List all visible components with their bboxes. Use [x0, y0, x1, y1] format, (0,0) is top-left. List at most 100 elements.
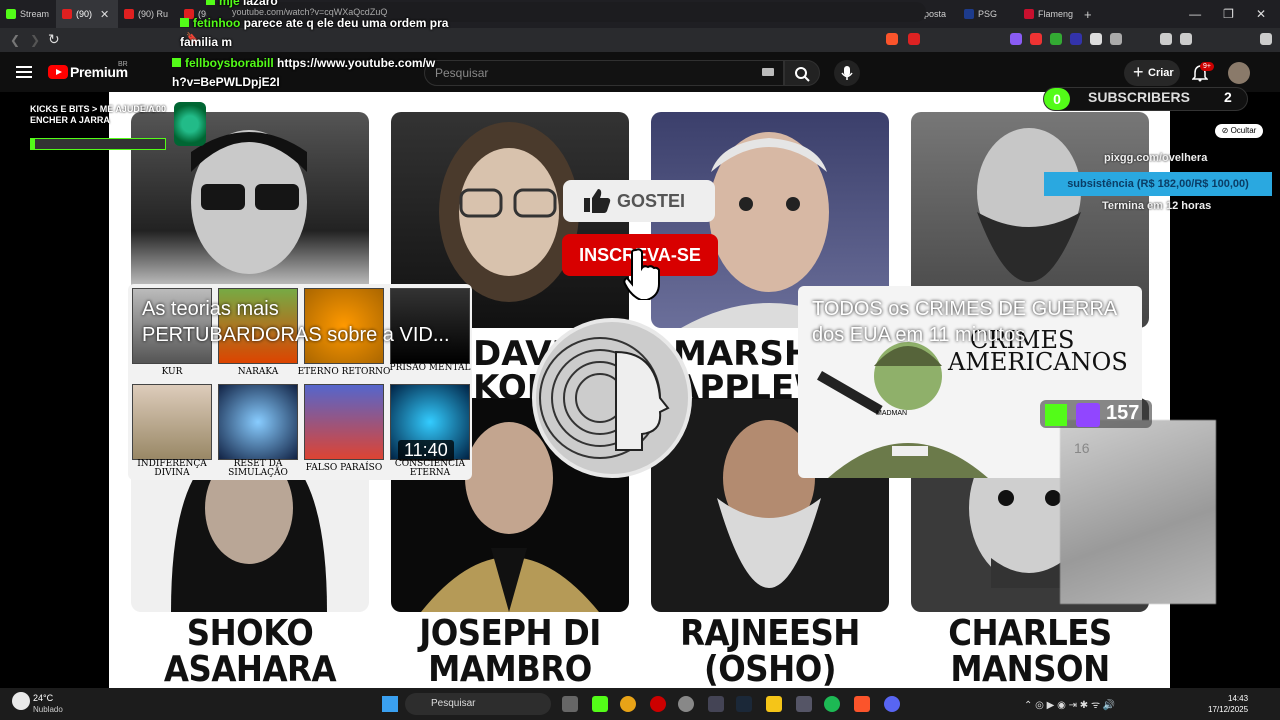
tab-label: (90) — [76, 9, 93, 19]
close-window-button[interactable]: ✕ — [1256, 7, 1266, 21]
app-icon[interactable] — [796, 696, 812, 712]
sidebar-icon[interactable] — [1180, 33, 1192, 45]
name-line: JOSEPH DI — [419, 613, 601, 654]
discord-icon[interactable] — [884, 696, 900, 712]
keyboard-icon[interactable] — [762, 68, 774, 76]
region-label: BR — [118, 61, 128, 68]
name-line: ASAHARA — [163, 649, 337, 688]
weather-description[interactable]: Nublado — [33, 705, 63, 714]
task-view-icon[interactable] — [562, 696, 578, 712]
brave-rewards-icon[interactable] — [908, 33, 920, 45]
name-line: MAMBRO — [428, 649, 592, 688]
chat-message: fetinhoo parece ate q ele deu uma ordem … — [180, 16, 449, 49]
menu-icon[interactable] — [1260, 33, 1272, 45]
voice-search-button[interactable] — [834, 60, 860, 86]
app-icon[interactable] — [708, 696, 724, 712]
reload-icon[interactable]: ↻ — [48, 31, 60, 48]
windows-start-icon[interactable] — [382, 696, 398, 712]
psg-icon — [964, 9, 974, 19]
art-text: AMERICANOS — [948, 348, 1128, 376]
back-icon[interactable]: ❮ — [10, 33, 20, 47]
new-tab-button[interactable]: + — [1078, 0, 1098, 28]
hide-button[interactable]: ⊘ Ocultar — [1215, 124, 1263, 138]
search-button[interactable] — [784, 60, 820, 86]
youtube-logo-icon[interactable] — [48, 65, 68, 79]
app-icon[interactable] — [678, 696, 694, 712]
flamengo-icon — [1024, 9, 1034, 19]
tile-label: NARAKA — [237, 367, 279, 377]
minimize-button[interactable]: — — [1189, 7, 1201, 21]
name-line: MANSON — [950, 649, 1110, 688]
tile-reset-simulacao — [218, 384, 298, 460]
tile-label: INDIFERENÇA DIVINA — [137, 459, 207, 478]
chat-message: fellboysborabill https://www.youtube.com… — [172, 56, 436, 89]
taskbar-search[interactable]: Pesquisar — [405, 693, 551, 715]
tray-icons[interactable]: ⌃ ◎ ▶ ◉ ⇥ ✱ ᯤ 🔊 — [1024, 697, 1115, 711]
viewer-count-secondary: 16 — [1074, 440, 1090, 456]
kick-app-icon[interactable] — [592, 696, 608, 712]
avatar[interactable] — [1228, 62, 1250, 84]
suggestion-title[interactable]: As teorias mais PERTUBARDORAS sobre a VI… — [142, 296, 462, 348]
tile-label: CONSCIÊNCIA ETERNA — [394, 459, 466, 478]
twitch-icon — [1076, 403, 1100, 427]
kick-icon — [6, 9, 16, 19]
browser-tab[interactable]: (90) Ru — [118, 0, 178, 28]
thumbs-up-icon — [584, 189, 611, 213]
subscribers-target: 2 — [1224, 89, 1232, 105]
name-line: (OSHO) — [703, 649, 837, 688]
forward-icon[interactable]: ❯ — [30, 33, 40, 47]
extension-icon[interactable] — [1030, 33, 1042, 45]
channel-logo — [532, 318, 692, 478]
search-input[interactable]: Pesquisar — [424, 60, 784, 86]
chrome-icon[interactable] — [620, 696, 636, 712]
browser-tab[interactable]: Stream — [0, 0, 56, 28]
tab-label: Stream — [20, 9, 50, 19]
subscribers-count: 0 — [1044, 88, 1070, 110]
extension-icon[interactable] — [1050, 33, 1062, 45]
brave-shield-icon[interactable] — [886, 33, 898, 45]
file-explorer-icon[interactable] — [766, 696, 782, 712]
suggestion-title[interactable]: TODOS os CRIMES DE GUERRA dos EUA em 11 … — [812, 296, 1132, 348]
name-line: SHOKO — [186, 613, 314, 654]
search-icon — [795, 67, 810, 82]
tab-label: Flameng — [1038, 9, 1074, 19]
weather-temperature[interactable]: 24°C — [33, 693, 53, 703]
kick-icon — [1045, 404, 1067, 426]
youtube-icon — [124, 9, 134, 19]
extension-icon[interactable] — [1010, 33, 1022, 45]
jar-goal-label: KICKS E BITS > ME AJUDE A ENCHER A JARRA… — [30, 104, 166, 125]
weather-icon[interactable] — [12, 692, 30, 710]
extensions-menu-icon[interactable] — [1110, 33, 1122, 45]
spotify-icon[interactable] — [824, 696, 840, 712]
clock[interactable]: 14:43 17/12/2025 — [1208, 693, 1248, 715]
viewer-count: 157 — [1106, 402, 1140, 424]
extension-icon[interactable] — [1090, 33, 1102, 45]
tile-label: FALSO PARAÍSO — [305, 463, 383, 473]
create-button[interactable]: Criar — [1124, 59, 1180, 86]
soldier-badge: MADMAN — [876, 410, 908, 417]
name-line: RAJNEESH — [680, 613, 860, 654]
window-controls: — ❐ ✕ — [1189, 0, 1280, 28]
name-line: CHARLES — [948, 613, 1112, 654]
youtube-icon — [62, 9, 72, 19]
tile-label: KUR — [161, 367, 183, 377]
pix-link: pixgg.com/ovelhera — [1104, 152, 1208, 164]
close-tab-icon[interactable]: ✕ — [100, 8, 109, 21]
tile-falso-paraiso — [304, 384, 384, 460]
opera-icon[interactable] — [650, 696, 666, 712]
notifications-badge: 9+ — [1200, 62, 1214, 71]
media-icon[interactable] — [1160, 33, 1172, 45]
brave-icon[interactable] — [854, 696, 870, 712]
browser-tab[interactable]: (90) ✕ — [56, 0, 118, 28]
subscribers-label: SUBSCRIBERS — [1088, 89, 1190, 105]
extension-icon[interactable] — [1070, 33, 1082, 45]
hand-cursor-icon — [623, 248, 660, 300]
subsistence-goal: subsistência (R$ 182,00/R$ 100,00) — [1044, 172, 1272, 196]
hamburger-menu-icon[interactable] — [16, 66, 32, 78]
browser-tab[interactable]: PSG — [958, 0, 1018, 28]
jar-goal-progress — [30, 138, 166, 150]
steam-icon[interactable] — [736, 696, 752, 712]
maximize-button[interactable]: ❐ — [1223, 7, 1234, 21]
tile-indiferenca-divina — [132, 384, 212, 460]
browser-tab[interactable]: Flameng — [1018, 0, 1078, 28]
